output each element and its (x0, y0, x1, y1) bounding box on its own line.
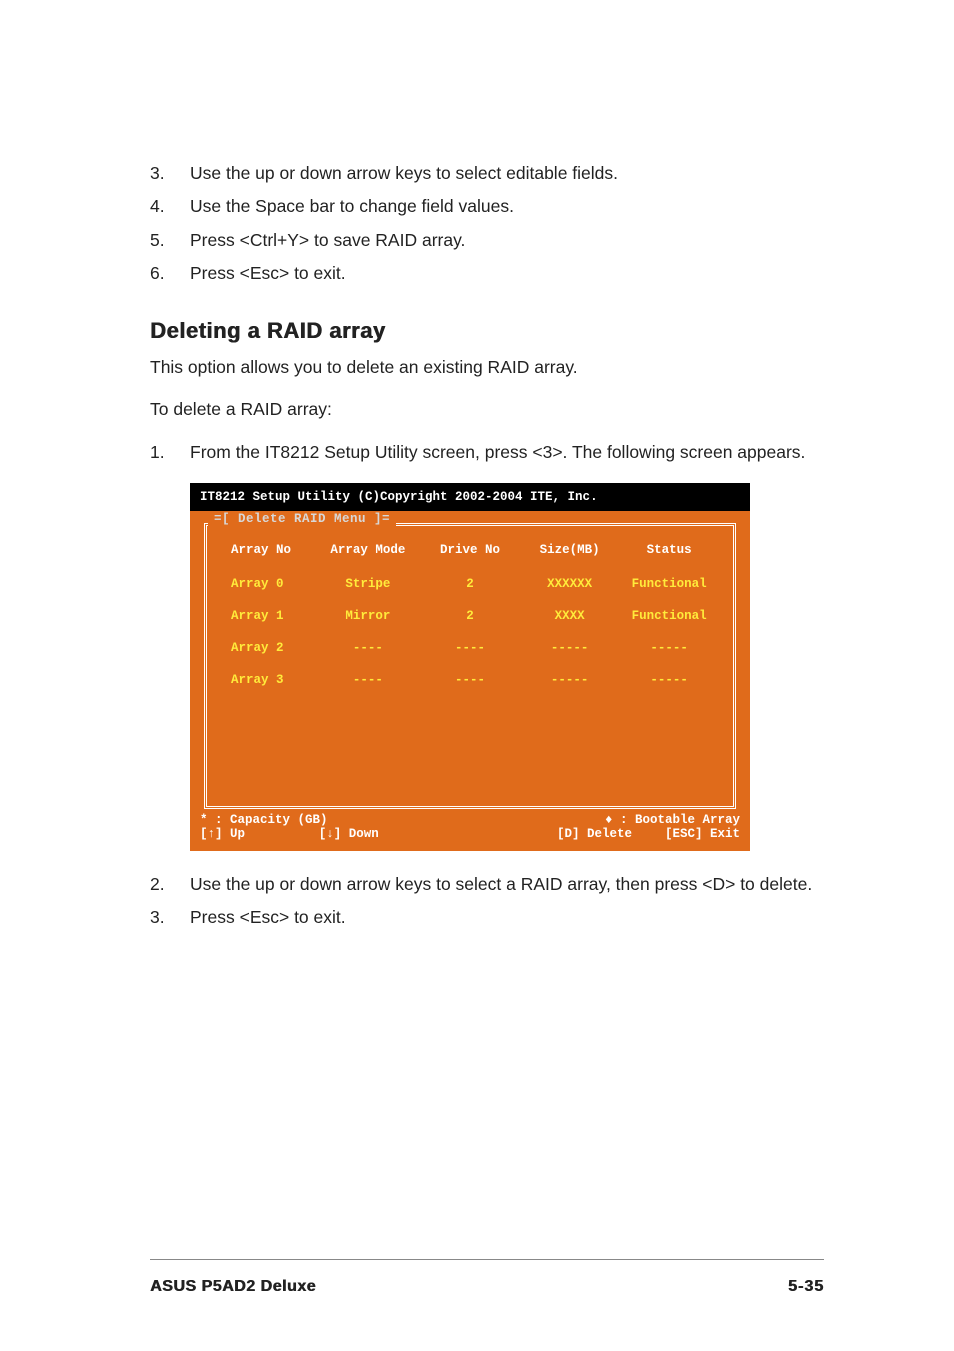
hint-exit: [ESC] Exit (632, 827, 740, 841)
table-row[interactable]: Array 0 Stripe 2 XXXXXX Functional (207, 568, 733, 600)
legend-capacity: * : Capacity (GB) (200, 813, 470, 827)
step-text: Use the up or down arrow keys to select … (190, 871, 824, 897)
cell: ---- (316, 673, 421, 687)
page-footer: ASUS P5AD2 Deluxe 5-35 (150, 1259, 824, 1296)
bios-title-bar: IT8212 Setup Utility (C)Copyright 2002-2… (190, 483, 750, 511)
cell: Functional (619, 577, 719, 591)
list-item: 6. Press <Esc> to exit. (150, 260, 824, 286)
col-header: Status (619, 543, 719, 557)
step-text: Press <Esc> to exit. (190, 260, 824, 286)
hint-up: [↑] Up (200, 827, 319, 841)
table-row[interactable]: Array 2 ---- ---- ----- ----- (207, 632, 733, 664)
after-steps-list: 2. Use the up or down arrow keys to sele… (150, 871, 824, 931)
bios-screenshot: IT8212 Setup Utility (C)Copyright 2002-2… (190, 483, 750, 851)
intro-paragraph: This option allows you to delete an exis… (150, 354, 824, 380)
cell: Array 2 (221, 641, 316, 655)
cell: ----- (520, 641, 620, 655)
lead-paragraph: To delete a RAID array: (150, 396, 824, 422)
page-number: 5-35 (788, 1278, 824, 1296)
cell: Array 3 (221, 673, 316, 687)
col-header: Array No (221, 543, 316, 557)
hint-delete: [D] Delete (470, 827, 632, 841)
step-number: 2. (150, 871, 190, 897)
table-row[interactable]: Array 1 Mirror 2 XXXX Functional (207, 600, 733, 632)
table-header-row: Array No Array Mode Drive No Size(MB) St… (207, 534, 733, 566)
cell: ----- (619, 673, 719, 687)
cell: XXXXXX (520, 577, 620, 591)
bios-footer-bar: * : Capacity (GB) ♦ : Bootable Array [↑]… (190, 809, 750, 851)
cell: Stripe (316, 577, 421, 591)
cell: ----- (619, 641, 719, 655)
col-header: Drive No (420, 543, 520, 557)
cell: Mirror (316, 609, 421, 623)
step-number: 1. (150, 439, 190, 465)
step-number: 6. (150, 260, 190, 286)
table-row[interactable]: Array 3 ---- ---- ----- ----- (207, 664, 733, 696)
step-text: From the IT8212 Setup Utility screen, pr… (190, 439, 824, 465)
list-item: 1. From the IT8212 Setup Utility screen,… (150, 439, 824, 465)
product-name: ASUS P5AD2 Deluxe (150, 1278, 316, 1296)
step-text: Use the up or down arrow keys to select … (190, 160, 824, 186)
step-text: Press <Ctrl+Y> to save RAID array. (190, 227, 824, 253)
legend-bootable: ♦ : Bootable Array (470, 813, 740, 827)
cell: ----- (520, 673, 620, 687)
col-header: Array Mode (316, 543, 421, 557)
list-item: 2. Use the up or down arrow keys to sele… (150, 871, 824, 897)
step-number: 3. (150, 904, 190, 930)
menu-box: Array No Array Mode Drive No Size(MB) St… (204, 523, 736, 809)
cell: Array 0 (221, 577, 316, 591)
hint-down: [↓] Down (319, 827, 470, 841)
top-steps-list: 3. Use the up or down arrow keys to sele… (150, 160, 824, 286)
cell: XXXX (520, 609, 620, 623)
col-header: Size(MB) (520, 543, 620, 557)
cell: 2 (420, 577, 520, 591)
step-number: 4. (150, 193, 190, 219)
cell: ---- (316, 641, 421, 655)
cell: 2 (420, 609, 520, 623)
cell: ---- (420, 673, 520, 687)
list-item: 4. Use the Space bar to change field val… (150, 193, 824, 219)
menu-title: =[ Delete RAID Menu ]= (208, 512, 396, 526)
list-item: 3. Press <Esc> to exit. (150, 904, 824, 930)
step-number: 3. (150, 160, 190, 186)
cell: Functional (619, 609, 719, 623)
section-heading: Deleting a RAID array (150, 318, 824, 344)
list-item: 5. Press <Ctrl+Y> to save RAID array. (150, 227, 824, 253)
cell: ---- (420, 641, 520, 655)
list-item: 3. Use the up or down arrow keys to sele… (150, 160, 824, 186)
step-text: Use the Space bar to change field values… (190, 193, 824, 219)
step-number: 5. (150, 227, 190, 253)
step-text: Press <Esc> to exit. (190, 904, 824, 930)
cell: Array 1 (221, 609, 316, 623)
